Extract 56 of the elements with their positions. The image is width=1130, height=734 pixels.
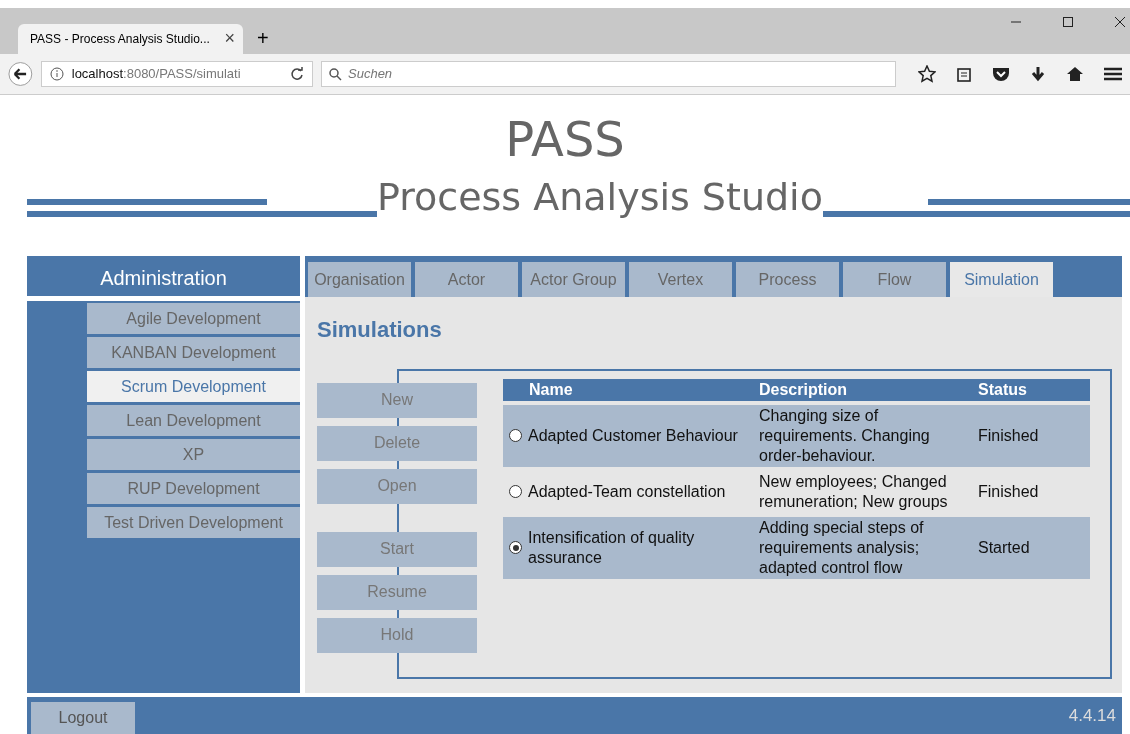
table-cell: Finished bbox=[978, 482, 1039, 500]
tab[interactable]: Organisation bbox=[308, 261, 411, 297]
action-button[interactable]: Hold bbox=[317, 617, 477, 653]
column-header: Status bbox=[972, 378, 1090, 401]
action-button[interactable]: Resume bbox=[317, 574, 477, 610]
page-title: Simulations bbox=[317, 316, 443, 343]
radio-button[interactable] bbox=[509, 541, 522, 555]
download-icon[interactable] bbox=[1030, 65, 1046, 82]
maximize-icon[interactable] bbox=[1062, 16, 1074, 28]
tab[interactable]: Vertex bbox=[629, 261, 732, 297]
sidebar-item[interactable]: XP bbox=[87, 438, 300, 470]
column-header: Description bbox=[753, 378, 972, 401]
menu-icon[interactable] bbox=[1104, 66, 1122, 81]
search-field[interactable]: Suchen bbox=[321, 60, 896, 87]
table-cell-text: Intensification of quality assurance bbox=[528, 527, 696, 568]
column-header: Name bbox=[503, 378, 753, 401]
sidebar-item[interactable]: Scrum Development bbox=[87, 370, 300, 402]
table-cell: Changing size of requirements. Changing order-behaviour. bbox=[759, 406, 930, 464]
home-icon[interactable] bbox=[1066, 65, 1084, 82]
tab[interactable]: Process bbox=[736, 261, 839, 297]
table-cell: Started bbox=[978, 538, 1030, 556]
tab[interactable]: Flow bbox=[843, 261, 946, 297]
close-icon[interactable]: × bbox=[224, 28, 235, 50]
table-cell: New employees; Changed remuneration; New groups bbox=[759, 472, 948, 510]
clipboard-icon[interactable] bbox=[956, 65, 972, 82]
version-label: 4.4.14 bbox=[1068, 706, 1117, 727]
table-cell: Adding special steps of requirements analysis; adapted control flow bbox=[759, 518, 924, 576]
tab-title[interactable]: PASS - Process Analysis Studio... bbox=[30, 31, 210, 46]
sidebar-item[interactable]: Test Driven Development bbox=[87, 506, 300, 538]
tab[interactable]: Actor bbox=[415, 261, 518, 297]
search-icon bbox=[329, 67, 342, 81]
table-cell: Adapted-Team constellation bbox=[528, 481, 726, 502]
reload-icon[interactable] bbox=[290, 66, 304, 81]
sidebar-item[interactable]: Lean Development bbox=[87, 404, 300, 436]
action-button[interactable]: Open bbox=[317, 468, 477, 504]
info-icon[interactable] bbox=[49, 66, 64, 81]
back-icon[interactable] bbox=[8, 60, 33, 87]
pocket-icon[interactable] bbox=[992, 65, 1010, 82]
app-subtitle: Process Analysis Studio bbox=[377, 174, 823, 219]
table-cell: Adapted Customer Behaviour bbox=[528, 425, 738, 446]
radio-button[interactable] bbox=[509, 429, 522, 443]
tab[interactable]: Actor Group bbox=[522, 261, 625, 297]
new-tab-button[interactable]: + bbox=[257, 26, 269, 50]
action-button[interactable]: New bbox=[317, 382, 477, 418]
star-icon[interactable] bbox=[918, 64, 936, 83]
app-title: PASS bbox=[505, 110, 625, 167]
sidebar-item[interactable]: Agile Development bbox=[87, 302, 300, 334]
close-icon[interactable] bbox=[1114, 16, 1126, 28]
sidebar-item[interactable]: RUP Development bbox=[87, 472, 300, 504]
action-button[interactable]: Start bbox=[317, 531, 477, 567]
table-cell: Finished bbox=[978, 426, 1039, 444]
logout-button[interactable]: Logout bbox=[31, 702, 135, 734]
tab[interactable]: Simulation bbox=[950, 261, 1053, 297]
radio-button[interactable] bbox=[509, 485, 522, 499]
action-button[interactable]: Delete bbox=[317, 425, 477, 461]
sidebar-item[interactable]: KANBAN Development bbox=[87, 336, 300, 368]
